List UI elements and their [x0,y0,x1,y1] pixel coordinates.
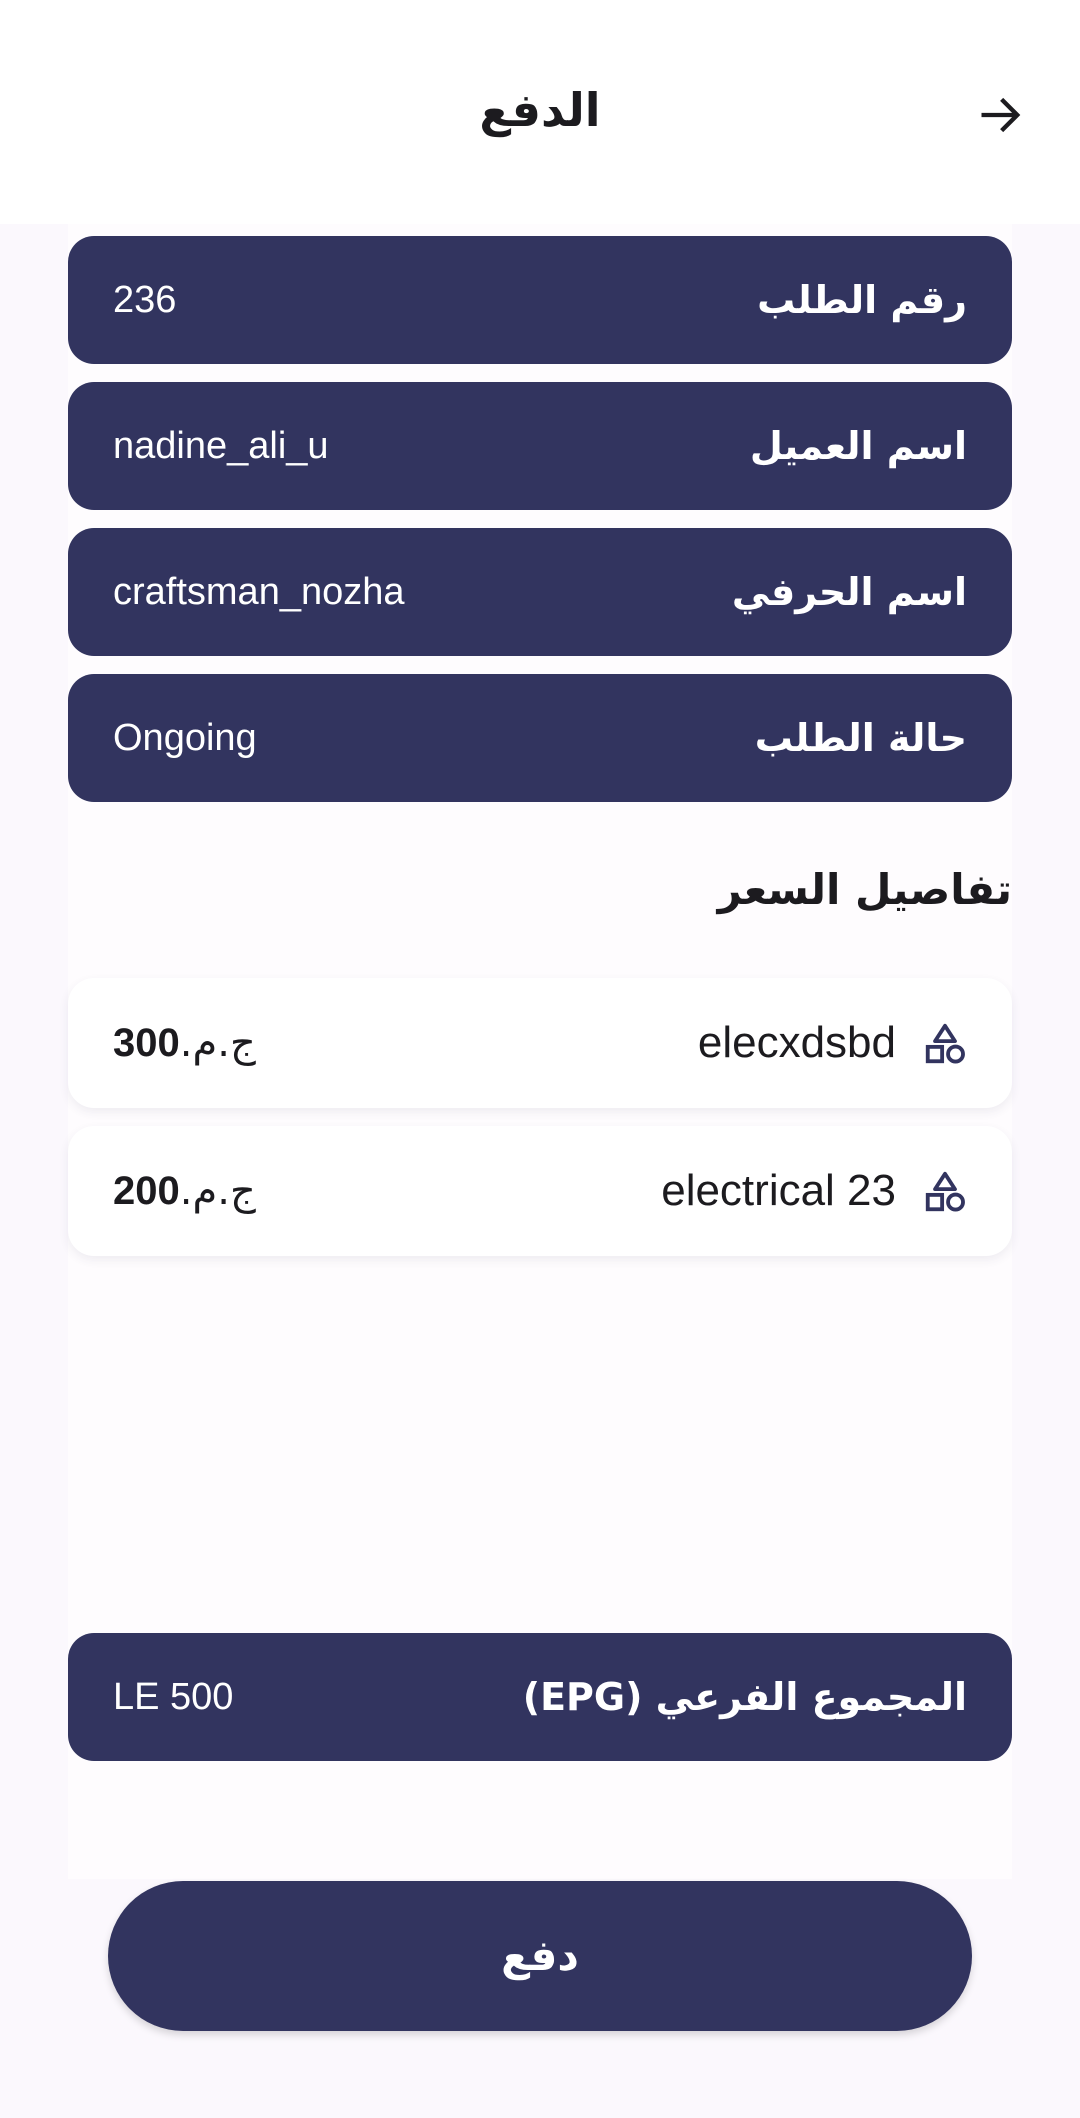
customer-name-value: nadine_ali_u [113,425,329,467]
order-number-value: 236 [113,279,177,321]
price-item: electrical 23 200ج.م. [68,1126,1012,1256]
service-name: elecxdsbd [697,1018,896,1067]
subtotal-card: المجموع الفرعي (EPG) LE 500 [68,1633,1012,1761]
page-title: الدفع [479,83,601,137]
price-amount: 300 [113,1021,180,1065]
customer-name-label: اسم العميل [749,424,967,468]
craftsman-name-card: اسم الحرفي craftsman_nozha [68,528,1012,656]
price-details-title: تفاصيل السعر [717,865,1012,914]
app-bar: الدفع [0,0,1080,224]
category-shapes-icon [925,1023,965,1064]
price-currency: ج.م. [179,1168,256,1214]
price: 300ج.م. [113,978,266,1108]
price-currency: ج.م. [179,1020,256,1066]
subtotal-value: LE 500 [113,1676,234,1718]
price: 200ج.م. [113,1126,266,1256]
order-status-card: حالة الطلب Ongoing [68,674,1012,802]
category-shapes-icon [925,1171,965,1212]
customer-name-card: اسم العميل nadine_ali_u [68,382,1012,510]
back-button[interactable] [966,80,1036,150]
service-name: electrical 23 [661,1166,896,1215]
price-item: elecxdsbd 300ج.م. [68,978,1012,1108]
order-status-label: حالة الطلب [754,716,967,760]
pay-button[interactable]: دفع [108,1881,972,2031]
craftsman-name-label: اسم الحرفي [731,570,967,614]
craftsman-name-value: craftsman_nozha [113,571,405,613]
price-amount: 200 [113,1169,180,1213]
order-status-value: Ongoing [113,717,257,759]
order-number-card: رقم الطلب 236 [68,236,1012,364]
order-number-label: رقم الطلب [757,278,967,322]
arrow-forward-icon [981,97,1021,133]
subtotal-label: المجموع الفرعي (EPG) [522,1675,967,1719]
